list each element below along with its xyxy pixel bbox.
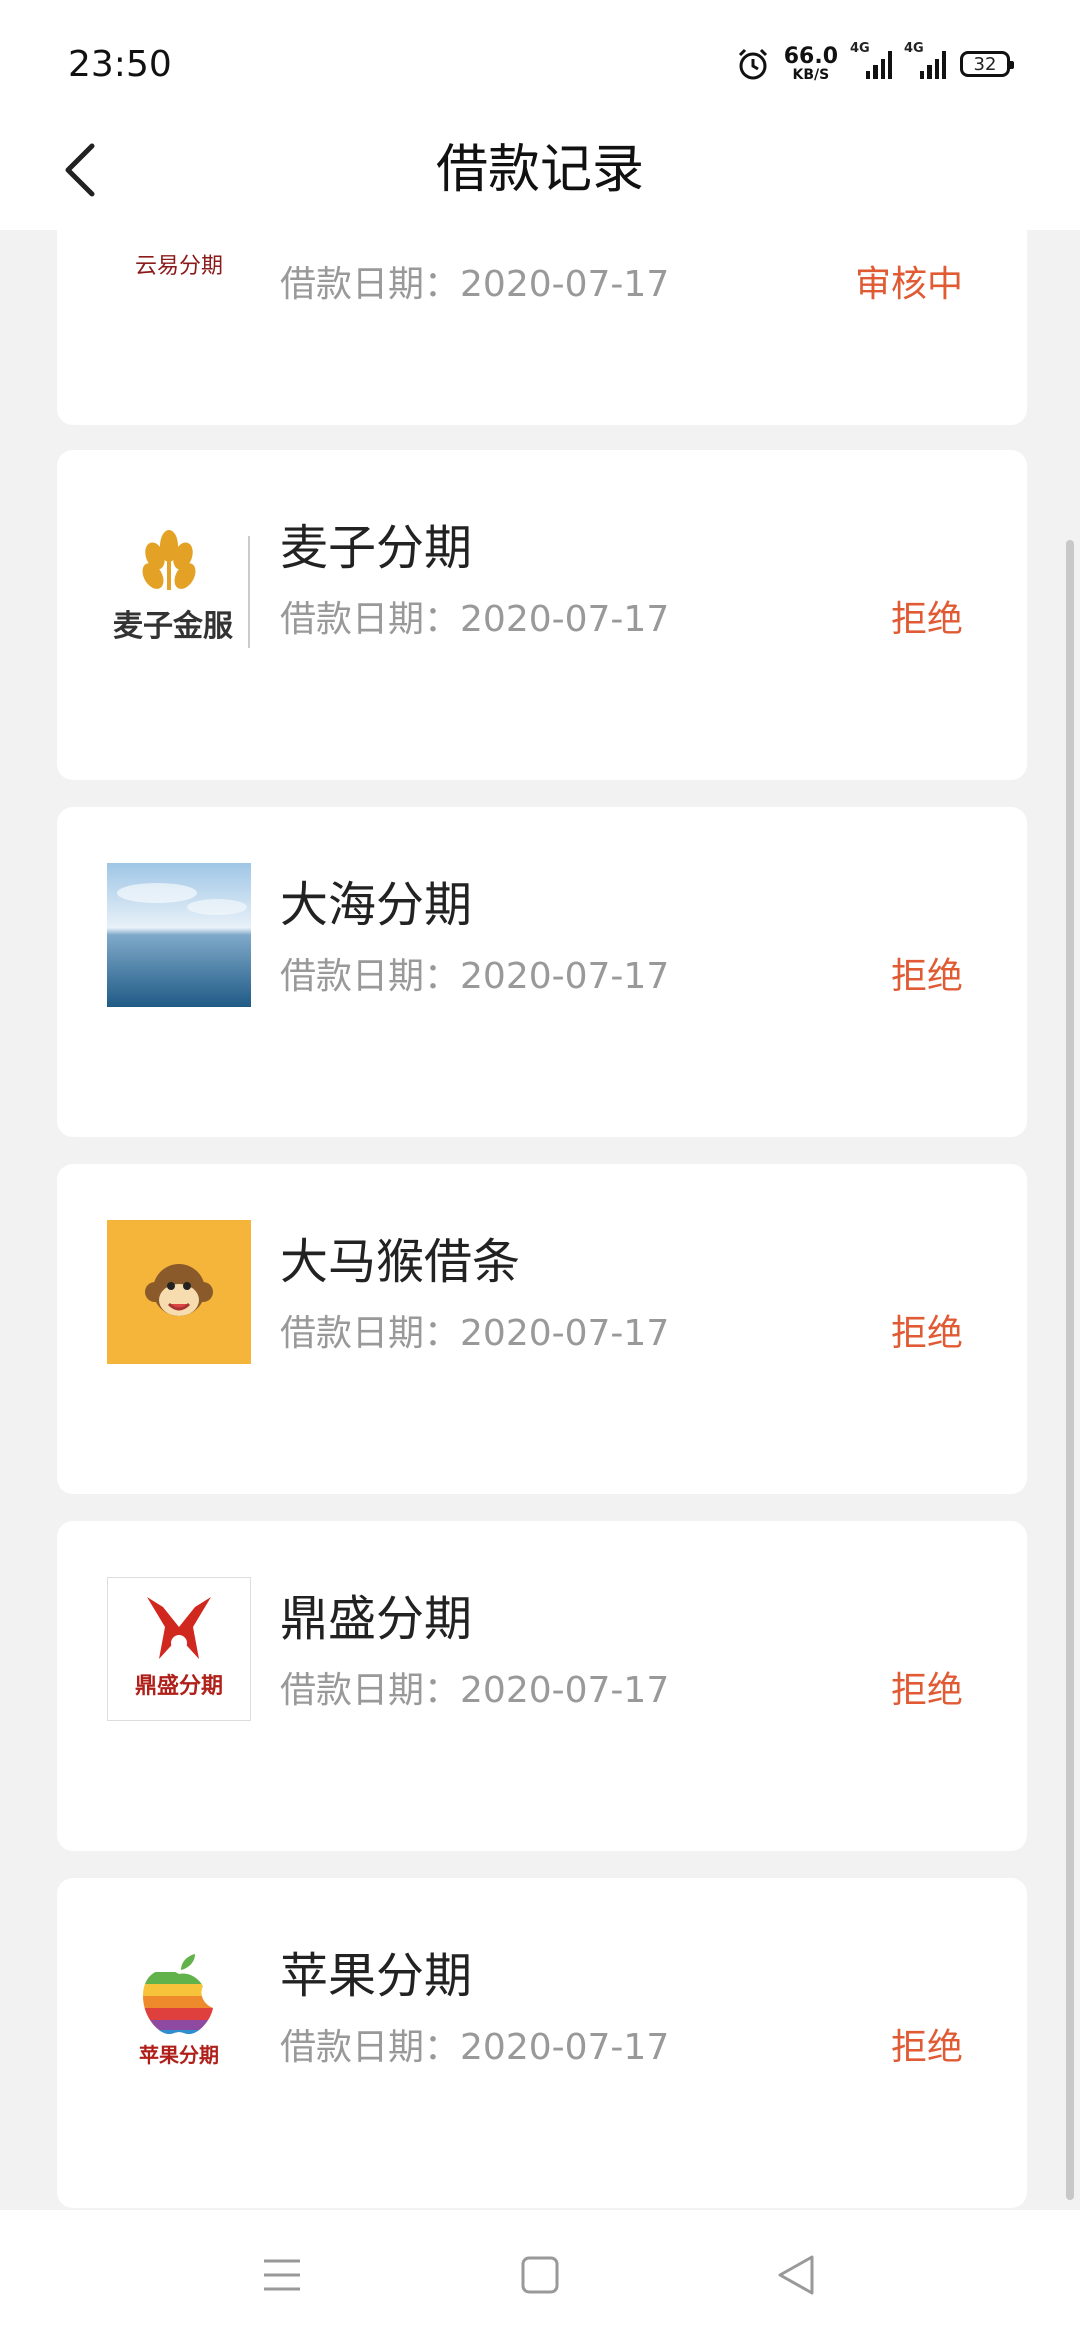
menu-button[interactable]	[252, 2245, 312, 2305]
maizi-logo: 麦子金服	[107, 506, 251, 650]
signal-icon: 4G	[850, 41, 892, 79]
network-speed-unit: KB/S	[792, 67, 830, 83]
record-name: 苹果分期	[280, 1948, 473, 2004]
page-title: 借款记录	[435, 140, 644, 200]
record-status: 拒绝	[890, 2027, 963, 2068]
scrollbar[interactable]	[1066, 540, 1074, 2200]
network-speed: 66.0 KB/S	[783, 44, 838, 83]
record-date: 借款日期：2020-07-17	[280, 1304, 669, 1356]
record-status: 拒绝	[890, 599, 963, 640]
loan-record-card[interactable]: 鼎盛分期 鼎盛分期 借款日期：2020-07-17 拒绝	[57, 1521, 1027, 1851]
record-name: 麦子分期	[280, 520, 473, 576]
loan-record-card[interactable]: 麦子金服 麦子分期 借款日期：2020-07-17 拒绝	[57, 450, 1027, 780]
record-status: 拒绝	[890, 956, 963, 997]
record-date: 借款日期：2020-07-17	[280, 590, 669, 642]
record-date: 借款日期：2020-07-17	[280, 1661, 669, 1713]
record-name: 大海分期	[280, 877, 473, 933]
date-value: 2020-07-17	[460, 2027, 670, 2068]
date-label: 借款日期：	[280, 1313, 461, 1354]
record-date: 借款日期：2020-07-17	[280, 2018, 669, 2070]
sim1-label: 4G	[850, 41, 870, 56]
loan-record-card[interactable]: 苹果分期 苹果分期 借款日期：2020-07-17 拒绝	[57, 1878, 1027, 2208]
record-date: 借款日期：2020-07-17	[280, 255, 669, 307]
date-value: 2020-07-17	[460, 1313, 670, 1354]
apple-logo: 苹果分期	[107, 1934, 251, 2078]
date-label: 借款日期：	[280, 2027, 461, 2068]
record-name: 大马猴借条	[280, 1234, 521, 1290]
date-label: 借款日期：	[280, 264, 461, 305]
loan-record-card[interactable]: 大海分期 借款日期：2020-07-17 拒绝	[57, 807, 1027, 1137]
sea-image	[107, 863, 251, 1007]
home-square-icon	[521, 2256, 559, 2294]
system-back-button[interactable]	[766, 2245, 826, 2305]
date-value: 2020-07-17	[460, 956, 670, 997]
record-status: 拒绝	[890, 1313, 963, 1354]
loan-record-card[interactable]: 大马猴借条 借款日期：2020-07-17 拒绝	[57, 1164, 1027, 1494]
date-value: 2020-07-17	[460, 599, 670, 640]
logo-text: 麦子金服	[113, 609, 234, 644]
status-time: 23:50	[68, 44, 172, 85]
monkey-logo	[107, 1220, 251, 1364]
dingsheng-logo: 鼎盛分期	[107, 1577, 251, 1721]
loan-record-list[interactable]: 云易分期 借款日期：2020-07-17 审核中 麦子金服 麦子分期 借款日期：…	[0, 0, 1080, 2210]
date-value: 2020-07-17	[460, 1670, 670, 1711]
system-navbar	[0, 2210, 1080, 2340]
alarm-icon	[736, 47, 770, 81]
status-icons: 66.0 KB/S 4G 4G 32	[736, 41, 1014, 84]
signal-icon: 4G	[904, 41, 946, 79]
logo-text: 鼎盛分期	[135, 1673, 223, 1698]
home-button[interactable]	[510, 2245, 570, 2305]
record-status: 审核中	[854, 264, 963, 305]
network-speed-value: 66.0	[783, 44, 838, 69]
date-label: 借款日期：	[280, 599, 461, 640]
back-triangle-icon	[778, 2255, 814, 2295]
date-value: 2020-07-17	[460, 264, 670, 305]
record-status: 拒绝	[890, 1670, 963, 1711]
battery-icon: 32	[960, 51, 1014, 77]
menu-icon	[264, 2259, 300, 2291]
app-header: 借款记录	[0, 110, 1080, 230]
date-label: 借款日期：	[280, 956, 461, 997]
logo-text: 苹果分期	[139, 2043, 219, 2067]
date-label: 借款日期：	[280, 1670, 461, 1711]
sim2-label: 4G	[904, 41, 924, 56]
record-name: 鼎盛分期	[280, 1591, 473, 1647]
logo-text: 云易分期	[135, 253, 223, 278]
record-date: 借款日期：2020-07-17	[280, 947, 669, 999]
